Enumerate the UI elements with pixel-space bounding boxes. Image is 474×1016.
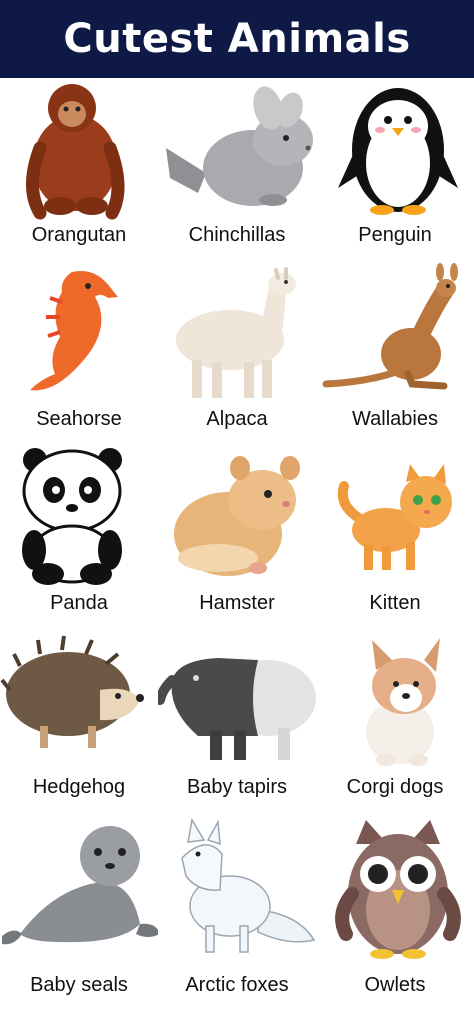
animal-label: Orangutan xyxy=(31,224,127,246)
seal-icon xyxy=(0,814,158,964)
animal-label: Alpaca xyxy=(206,408,268,430)
animal-label: Corgi dogs xyxy=(346,776,444,798)
arctic-fox-icon xyxy=(158,814,316,964)
animal-label: Chinchillas xyxy=(188,224,286,246)
animal-label: Hamster xyxy=(199,592,275,614)
owlet-icon xyxy=(316,814,474,964)
chinchilla-icon xyxy=(158,78,316,228)
seahorse-icon xyxy=(0,262,158,412)
hamster-icon xyxy=(158,446,316,596)
panda-icon xyxy=(0,446,158,596)
penguin-icon xyxy=(316,78,474,228)
hedgehog-icon xyxy=(0,630,158,780)
animal-label: Hedgehog xyxy=(32,776,126,798)
animal-label: Kitten xyxy=(369,592,421,614)
animal-label: Penguin xyxy=(358,224,432,246)
animal-label: Seahorse xyxy=(36,408,122,430)
infographic: Cutest Animals Orangutan Chinchillas Pen… xyxy=(0,0,474,1016)
animal-label: Owlets xyxy=(364,974,426,996)
animal-label: Arctic foxes xyxy=(185,974,289,996)
orangutan-icon xyxy=(0,78,158,228)
tapir-icon xyxy=(158,630,316,780)
title-banner: Cutest Animals xyxy=(0,0,474,78)
page-title: Cutest Animals xyxy=(63,16,411,62)
animal-label: Wallabies xyxy=(352,408,438,430)
kitten-icon xyxy=(316,446,474,596)
wallaby-icon xyxy=(316,262,474,412)
animal-label: Baby tapirs xyxy=(186,776,288,798)
animal-label: Panda xyxy=(50,592,108,614)
animal-label: Baby seals xyxy=(30,974,128,996)
alpaca-icon xyxy=(158,262,316,412)
corgi-icon xyxy=(316,630,474,780)
